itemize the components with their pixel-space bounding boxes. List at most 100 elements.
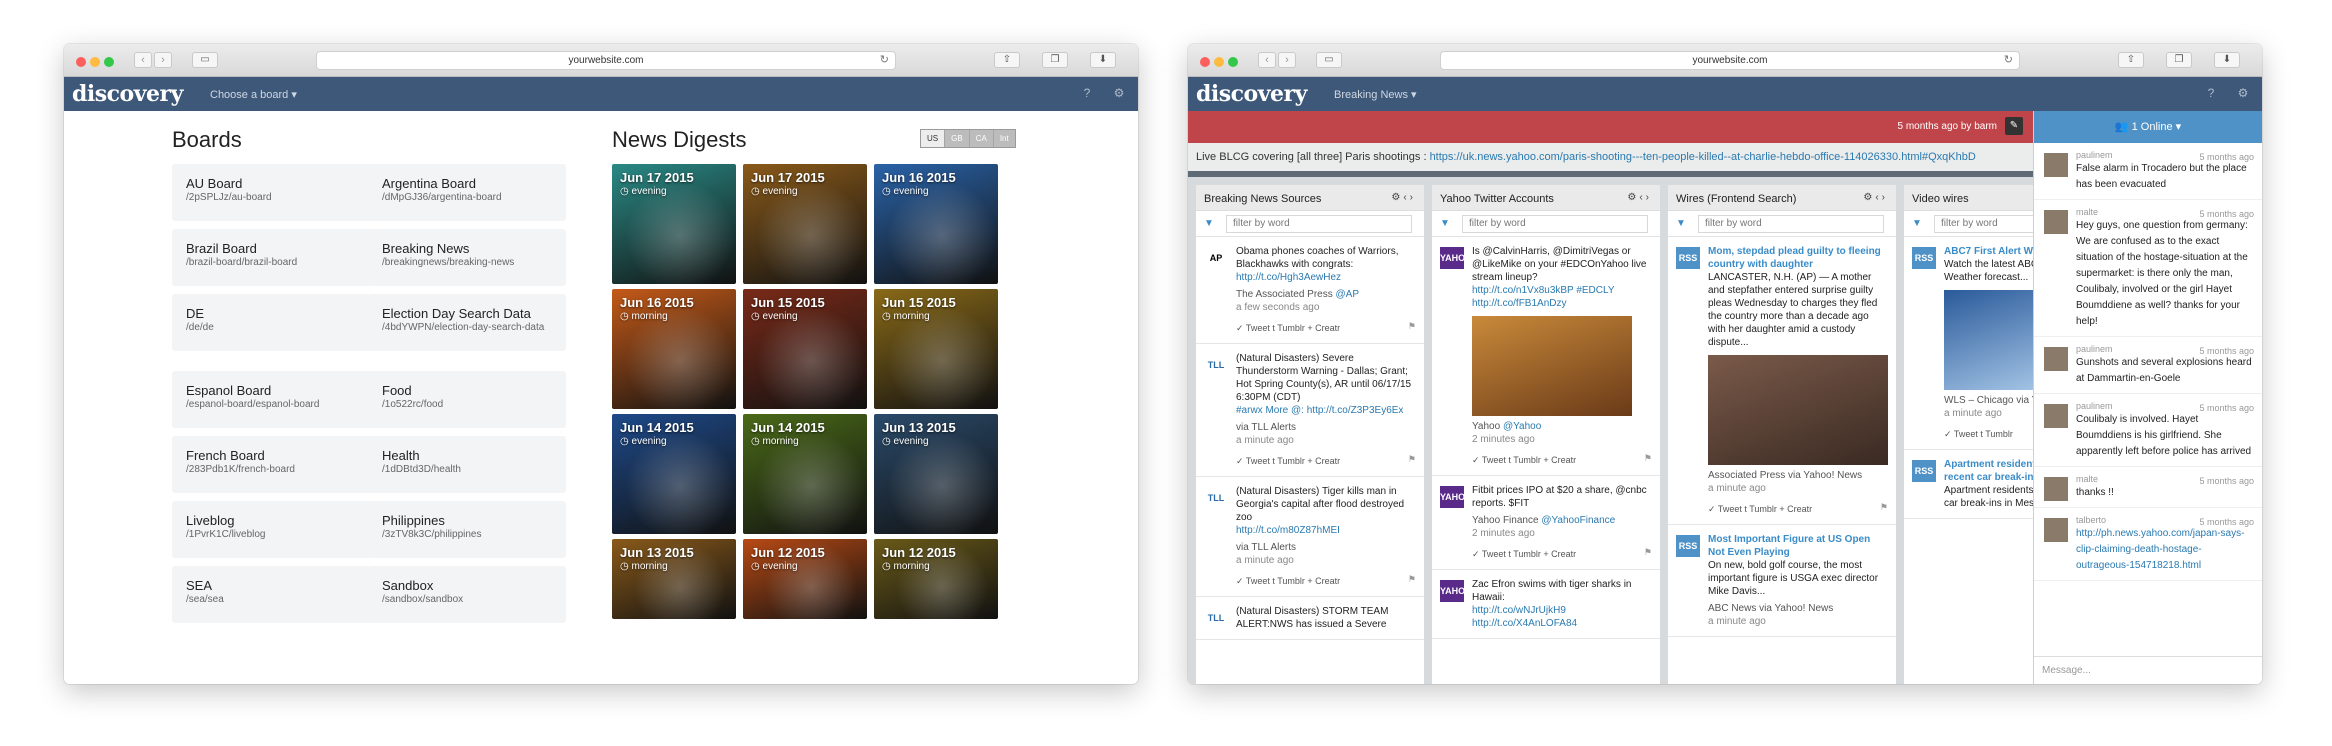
chat-link[interactable]: http://ph.news.yahoo.com/japan-says-clip… [2076, 528, 2244, 571]
digest-card[interactable]: Jun 16 2015 ◷ morning [612, 289, 736, 409]
filter-input[interactable]: filter by word [1698, 215, 1884, 233]
zoom-window-button[interactable] [1228, 57, 1238, 67]
feed-item[interactable]: TLL (Natural Disasters) STORM TEAM ALERT:… [1196, 597, 1424, 640]
item-link[interactable]: http://t.co/n1Vx8u3kBP #EDCLY http://t.c… [1472, 285, 1614, 309]
close-window-button[interactable] [76, 57, 86, 67]
share-actions[interactable]: ✓ Tweet t Tumblr + Creatr [1472, 454, 1652, 467]
minimize-window-button[interactable] [1214, 57, 1224, 67]
item-handle[interactable]: @Yahoo [1503, 421, 1541, 432]
flag-icon[interactable]: ⚑ [1644, 452, 1652, 465]
board-selector[interactable]: Choose a board ▾ [210, 88, 297, 101]
board-selector[interactable]: Breaking News ▾ [1334, 88, 1417, 101]
digest-card[interactable]: Jun 12 2015 ◷ evening [743, 539, 867, 619]
flag-icon[interactable]: ⚑ [1408, 320, 1416, 333]
share-actions[interactable]: ✓ Tweet t Tumblr + Creatr [1236, 575, 1416, 588]
item-link[interactable]: http://t.co/m80Z87hMEI [1236, 525, 1340, 536]
board-card[interactable]: Election Day Search Data/4bdYWPN/electio… [368, 294, 566, 351]
digest-card[interactable]: Jun 12 2015 ◷ morning [874, 539, 998, 619]
share-icon[interactable]: ⇧ [994, 52, 1020, 68]
back-icon[interactable]: ‹ [1258, 52, 1276, 68]
help-icon[interactable]: ? [1080, 86, 1094, 100]
tab-gb[interactable]: GB [944, 130, 969, 147]
flag-icon[interactable]: ⚑ [1880, 501, 1888, 514]
filter-input[interactable]: filter by word [1226, 215, 1412, 233]
digest-card[interactable]: Jun 17 2015 ◷ evening [612, 164, 736, 284]
digest-card[interactable]: Jun 14 2015 ◷ morning [743, 414, 867, 534]
feed-item[interactable]: TLL (Natural Disasters) Severe Thundersto… [1196, 344, 1424, 477]
tab-int[interactable]: Int [992, 130, 1015, 147]
help-icon[interactable]: ? [2204, 86, 2218, 100]
board-card[interactable]: Breaking News/breakingnews/breaking-news [368, 229, 566, 286]
tabs-icon[interactable]: ❐ [1042, 52, 1068, 68]
download-icon[interactable]: ⬇ [1090, 52, 1116, 68]
back-icon[interactable]: ‹ [134, 52, 152, 68]
column-controls-icon[interactable]: ⚙‹› [1391, 192, 1416, 203]
filter-input[interactable]: filter by word [1462, 215, 1648, 233]
feed-item[interactable]: YAHOO Zac Efron swims with tiger sharks i… [1432, 570, 1660, 639]
tabs-icon[interactable]: ❐ [2166, 52, 2192, 68]
reload-icon[interactable]: ↻ [880, 52, 889, 69]
app-logo[interactable]: discovery [1196, 81, 1307, 107]
digest-card[interactable]: Jun 15 2015 ◷ evening [743, 289, 867, 409]
item-link[interactable]: http://t.co/Hgh3AewHez [1236, 272, 1341, 283]
share-actions[interactable]: ✓ Tweet t Tumblr + Creatr [1236, 455, 1416, 468]
board-card[interactable]: Sandbox/sandbox/sandbox [368, 566, 566, 623]
digest-card[interactable]: Jun 15 2015 ◷ morning [874, 289, 998, 409]
zoom-window-button[interactable] [104, 57, 114, 67]
sidebar-toggle-icon[interactable]: ▭ [192, 52, 218, 68]
tab-ca[interactable]: CA [968, 130, 993, 147]
item-link[interactable]: #arwx More @: http://t.co/Z3P3Ey6Ex [1236, 405, 1403, 416]
board-card[interactable]: SEA/sea/sea [172, 566, 370, 623]
address-bar[interactable]: yourwebsite.com ↻ [316, 51, 896, 70]
board-card[interactable]: Philippines/3zTV8k3C/philippines [368, 501, 566, 558]
feed-item[interactable]: TLL (Natural Disasters) Tiger kills man i… [1196, 477, 1424, 597]
minimize-window-button[interactable] [90, 57, 100, 67]
reload-icon[interactable]: ↻ [2004, 52, 2013, 69]
column-controls-icon[interactable]: ⚙‹› [1863, 192, 1888, 203]
flag-icon[interactable]: ⚑ [1408, 573, 1416, 586]
digest-card[interactable]: Jun 17 2015 ◷ evening [743, 164, 867, 284]
digest-card[interactable]: Jun 14 2015 ◷ evening [612, 414, 736, 534]
column-controls-icon[interactable]: ⚙‹› [1627, 192, 1652, 203]
board-card[interactable]: Espanol Board/espanol-board/espanol-boar… [172, 371, 370, 428]
item-link[interactable]: http://t.co/wNJrUjkH9 http://t.co/X4AnLO… [1472, 605, 1577, 629]
address-bar[interactable]: yourwebsite.com ↻ [1440, 51, 2020, 70]
item-handle[interactable]: @AP [1336, 289, 1360, 300]
flag-icon[interactable]: ⚑ [1408, 453, 1416, 466]
live-blog-link[interactable]: https://uk.news.yahoo.com/paris-shooting… [1430, 151, 1976, 163]
board-card[interactable]: Food/1o522rc/food [368, 371, 566, 428]
board-card[interactable]: Liveblog/1PvrK1C/liveblog [172, 501, 370, 558]
feed-item[interactable]: YAHOO Is @CalvinHarris, @DimitriVegas or … [1432, 237, 1660, 476]
app-logo[interactable]: discovery [72, 81, 183, 107]
item-headline[interactable]: Most Important Figure at US Open Not Eve… [1708, 533, 1888, 559]
download-icon[interactable]: ⬇ [2214, 52, 2240, 68]
gear-icon[interactable]: ⚙ [1112, 86, 1126, 100]
digest-card[interactable]: Jun 16 2015 ◷ evening [874, 164, 998, 284]
share-actions[interactable]: ✓ Tweet t Tumblr + Creatr [1236, 322, 1416, 335]
forward-icon[interactable]: › [154, 52, 172, 68]
close-window-button[interactable] [1200, 57, 1210, 67]
board-card[interactable]: French Board/283Pdb1K/french-board [172, 436, 370, 493]
board-card[interactable]: Brazil Board/brazil-board/brazil-board [172, 229, 370, 286]
share-icon[interactable]: ⇧ [2118, 52, 2144, 68]
feed-item[interactable]: YAHOO Fitbit prices IPO at $20 a share, @… [1432, 476, 1660, 570]
board-card[interactable]: DE/de/de [172, 294, 370, 351]
digest-card[interactable]: Jun 13 2015 ◷ morning [612, 539, 736, 619]
forward-icon[interactable]: › [1278, 52, 1296, 68]
digest-card[interactable]: Jun 13 2015 ◷ evening [874, 414, 998, 534]
sidebar-toggle-icon[interactable]: ▭ [1316, 52, 1342, 68]
gear-icon[interactable]: ⚙ [2236, 86, 2250, 100]
board-card[interactable]: Argentina Board/dMpGJ36/argentina-board [368, 164, 566, 221]
pencil-icon[interactable]: ✎ [2005, 117, 2023, 135]
board-card[interactable]: Health/1dDBtd3D/health [368, 436, 566, 493]
chat-header[interactable]: 👥 1 Online ▾ [2034, 111, 2262, 143]
feed-item[interactable]: AP Obama phones coaches of Warriors, Blac… [1196, 237, 1424, 344]
share-actions[interactable]: ✓ Tweet t Tumblr + Creatr [1708, 503, 1888, 516]
share-actions[interactable]: ✓ Tweet t Tumblr + Creatr [1472, 548, 1652, 561]
feed-item[interactable]: RSS Most Important Figure at US Open Not … [1668, 525, 1896, 637]
feed-item[interactable]: RSS Mom, stepdad plead guilty to fleeing … [1668, 237, 1896, 525]
item-headline[interactable]: Mom, stepdad plead guilty to fleeing cou… [1708, 245, 1888, 271]
chat-message-input[interactable]: Message... [2034, 656, 2262, 684]
item-handle[interactable]: @YahooFinance [1541, 515, 1615, 526]
tab-us[interactable]: US [921, 130, 945, 147]
